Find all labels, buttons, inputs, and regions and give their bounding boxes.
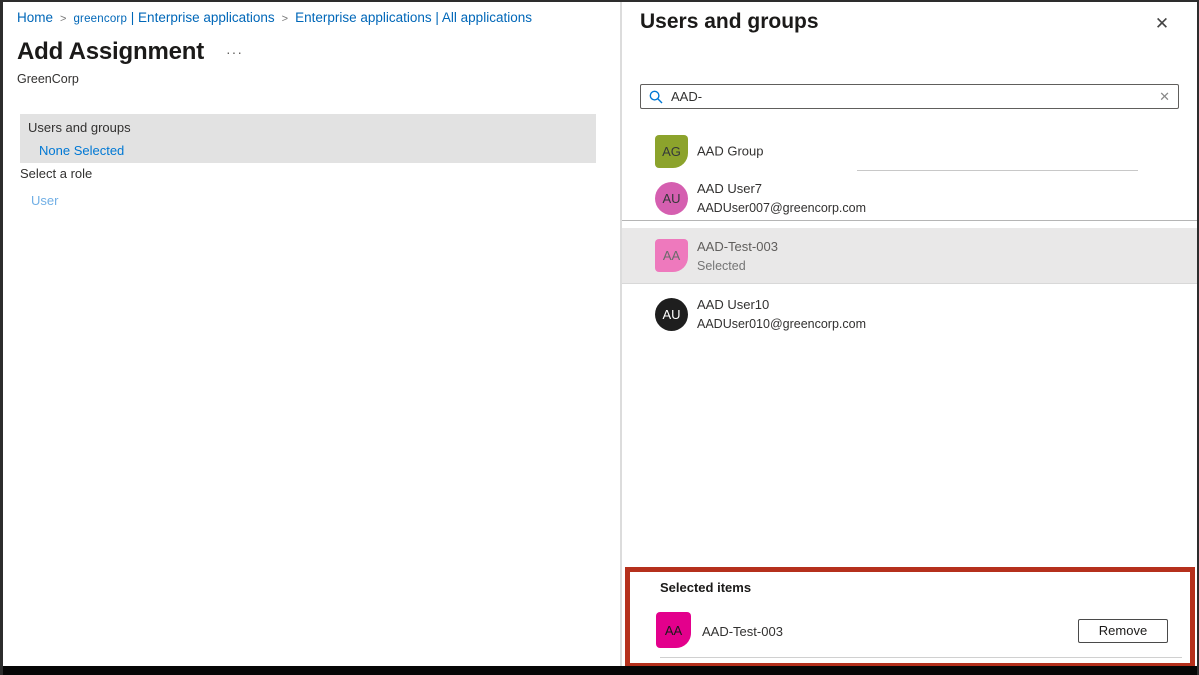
page-subtitle: GreenCorp: [17, 72, 79, 86]
avatar: AA: [655, 239, 688, 272]
list-item-status: Selected: [697, 259, 778, 273]
selected-items-section-highlighted: Selected items AA AAD-Test-003 Remove: [625, 567, 1195, 668]
list-item-aad-user10[interactable]: AU AAD User10 AADUser010@greencorp.com: [622, 290, 1197, 338]
users-and-groups-label: Users and groups: [28, 118, 588, 135]
list-item-name: AAD User10: [697, 297, 866, 312]
breadcrumb-enterprise-apps-label: | Enterprise applications: [127, 10, 275, 25]
breadcrumb: Home>greencorp | Enterprise applications…: [17, 10, 532, 25]
selected-item-name: AAD-Test-003: [702, 624, 783, 639]
search-icon: [649, 90, 663, 104]
users-and-groups-panel: Users and groups ✕ ✕ AG AAD Group AU AAD…: [622, 2, 1197, 666]
breadcrumb-enterprise-apps-link[interactable]: greencorp | Enterprise applications: [73, 10, 274, 25]
avatar: AG: [655, 135, 688, 168]
none-selected-link[interactable]: None Selected: [39, 143, 124, 158]
list-divider: [622, 220, 1197, 221]
window-bottom-edge: [3, 666, 1197, 675]
avatar: AU: [655, 182, 688, 215]
breadcrumb-all-applications-link[interactable]: Enterprise applications | All applicatio…: [295, 10, 532, 25]
main-content-pane: Home>greencorp | Enterprise applications…: [3, 2, 618, 675]
selected-items-heading: Selected items: [660, 580, 751, 595]
avatar: AU: [655, 298, 688, 331]
list-divider: [857, 170, 1138, 171]
users-and-groups-field: Users and groups None Selected: [20, 114, 596, 163]
list-item-name: AAD-Test-003: [697, 239, 778, 254]
search-input[interactable]: [671, 89, 1153, 104]
search-box: ✕: [640, 84, 1179, 109]
breadcrumb-home-link[interactable]: Home: [17, 10, 53, 25]
select-role-label: Select a role: [20, 166, 92, 181]
breadcrumb-separator: >: [53, 13, 73, 25]
breadcrumb-tenant-name: greencorp: [73, 13, 127, 25]
list-item-aad-user7[interactable]: AU AAD User7 AADUser007@greencorp.com: [622, 175, 1197, 221]
add-assignment-window: Home>greencorp | Enterprise applications…: [0, 0, 1199, 675]
list-item-email: AADUser007@greencorp.com: [697, 201, 866, 215]
list-item-name: AAD Group: [697, 144, 763, 159]
selected-item-row: AA AAD-Test-003 Remove: [630, 608, 1190, 652]
more-options-icon[interactable]: ···: [226, 44, 243, 60]
role-user-link[interactable]: User: [31, 193, 58, 208]
selected-item-divider: [660, 657, 1182, 658]
remove-button[interactable]: Remove: [1078, 619, 1168, 643]
clear-search-icon[interactable]: ✕: [1153, 89, 1170, 105]
avatar: AA: [656, 612, 691, 648]
list-item-email: AADUser010@greencorp.com: [697, 317, 866, 331]
close-panel-icon[interactable]: ✕: [1151, 13, 1173, 35]
page-title: Add Assignment: [17, 38, 204, 66]
list-item-name: AAD User7: [697, 181, 866, 196]
list-item-aad-test-003-selected[interactable]: AA AAD-Test-003 Selected: [622, 228, 1197, 284]
list-item-aad-group[interactable]: AG AAD Group: [622, 130, 1197, 172]
panel-title: Users and groups: [640, 10, 819, 34]
breadcrumb-separator: >: [275, 13, 295, 25]
